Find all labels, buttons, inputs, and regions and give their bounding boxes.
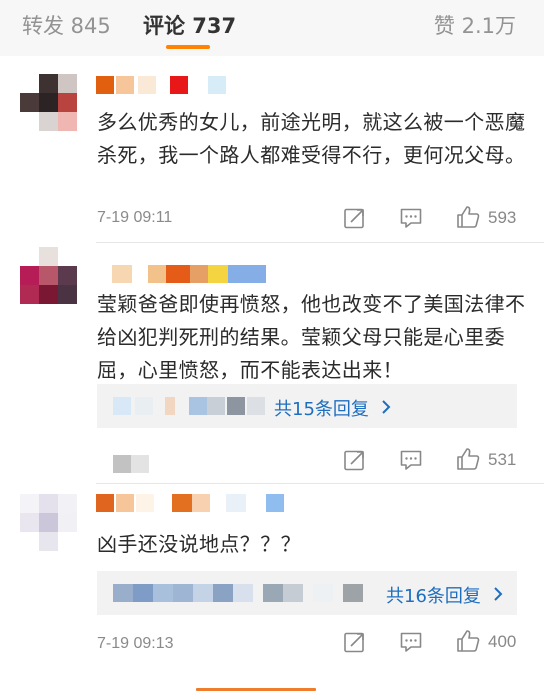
reply-count-link[interactable]: 共15条回复 bbox=[274, 395, 369, 421]
comment-icon[interactable] bbox=[399, 206, 423, 230]
repost-icon[interactable] bbox=[343, 630, 367, 654]
active-tab-indicator bbox=[166, 45, 210, 49]
reply-count-link[interactable]: 共16条回复 bbox=[386, 582, 481, 608]
repost-icon[interactable] bbox=[343, 448, 367, 472]
comment-time-blurred bbox=[113, 455, 153, 473]
thumbs-up-icon[interactable] bbox=[455, 204, 481, 230]
username-blurred[interactable] bbox=[96, 494, 296, 514]
tab-comments[interactable]: 评论 737 bbox=[143, 10, 236, 40]
tab-reposts[interactable]: 转发 845 bbox=[22, 10, 111, 40]
reply-summary[interactable]: 共15条回复 bbox=[97, 384, 517, 428]
tab-likes[interactable]: 赞 2.1万 bbox=[434, 10, 516, 40]
reply-preview-blurred bbox=[113, 584, 373, 604]
comment-icon[interactable] bbox=[399, 448, 423, 472]
comment-text: 莹颖爸爸即使再愤怒，他也改变不了美国法律不给凶犯判死刑的结果。莹颖父母只能是心里… bbox=[97, 292, 526, 382]
username-blurred[interactable] bbox=[96, 76, 231, 96]
comment-item: 凶手还没说地点？？？ 共16条回复 7-19 09:13 400 bbox=[0, 484, 544, 684]
comment-text: 凶手还没说地点？？？ bbox=[97, 532, 301, 556]
repost-icon[interactable] bbox=[343, 206, 367, 230]
comment-item: 多么优秀的女儿，前途光明，就这么被一个恶魔杀死，我一个路人都难受得不行，更何况父… bbox=[0, 56, 544, 246]
comment-tabs: 转发 845 评论 737 赞 2.1万 bbox=[0, 0, 544, 56]
comment-time: 7-19 09:11 bbox=[97, 209, 173, 226]
avatar[interactable] bbox=[20, 247, 78, 307]
chevron-right-icon bbox=[494, 587, 503, 601]
more-comments-link-cutoff[interactable] bbox=[196, 684, 316, 691]
like-count: 593 bbox=[488, 208, 517, 227]
thumbs-up-icon[interactable] bbox=[455, 628, 481, 654]
comment-icon[interactable] bbox=[399, 630, 423, 654]
reply-preview-blurred bbox=[113, 397, 273, 417]
avatar[interactable] bbox=[20, 494, 78, 552]
comment-text: 多么优秀的女儿，前途光明，就这么被一个恶魔杀死，我一个路人都难受得不行，更何况父… bbox=[97, 110, 526, 167]
like-count: 400 bbox=[488, 632, 517, 651]
comment-item: 莹颖爸爸即使再愤怒，他也改变不了美国法律不给凶犯判死刑的结果。莹颖父母只能是心里… bbox=[0, 243, 544, 483]
chevron-right-icon bbox=[382, 400, 391, 414]
thumbs-up-icon[interactable] bbox=[455, 446, 481, 472]
avatar[interactable] bbox=[20, 74, 78, 132]
reply-summary[interactable]: 共16条回复 bbox=[97, 571, 517, 615]
username-blurred[interactable] bbox=[112, 265, 272, 285]
comment-time: 7-19 09:13 bbox=[97, 635, 174, 652]
like-count: 531 bbox=[488, 450, 517, 469]
